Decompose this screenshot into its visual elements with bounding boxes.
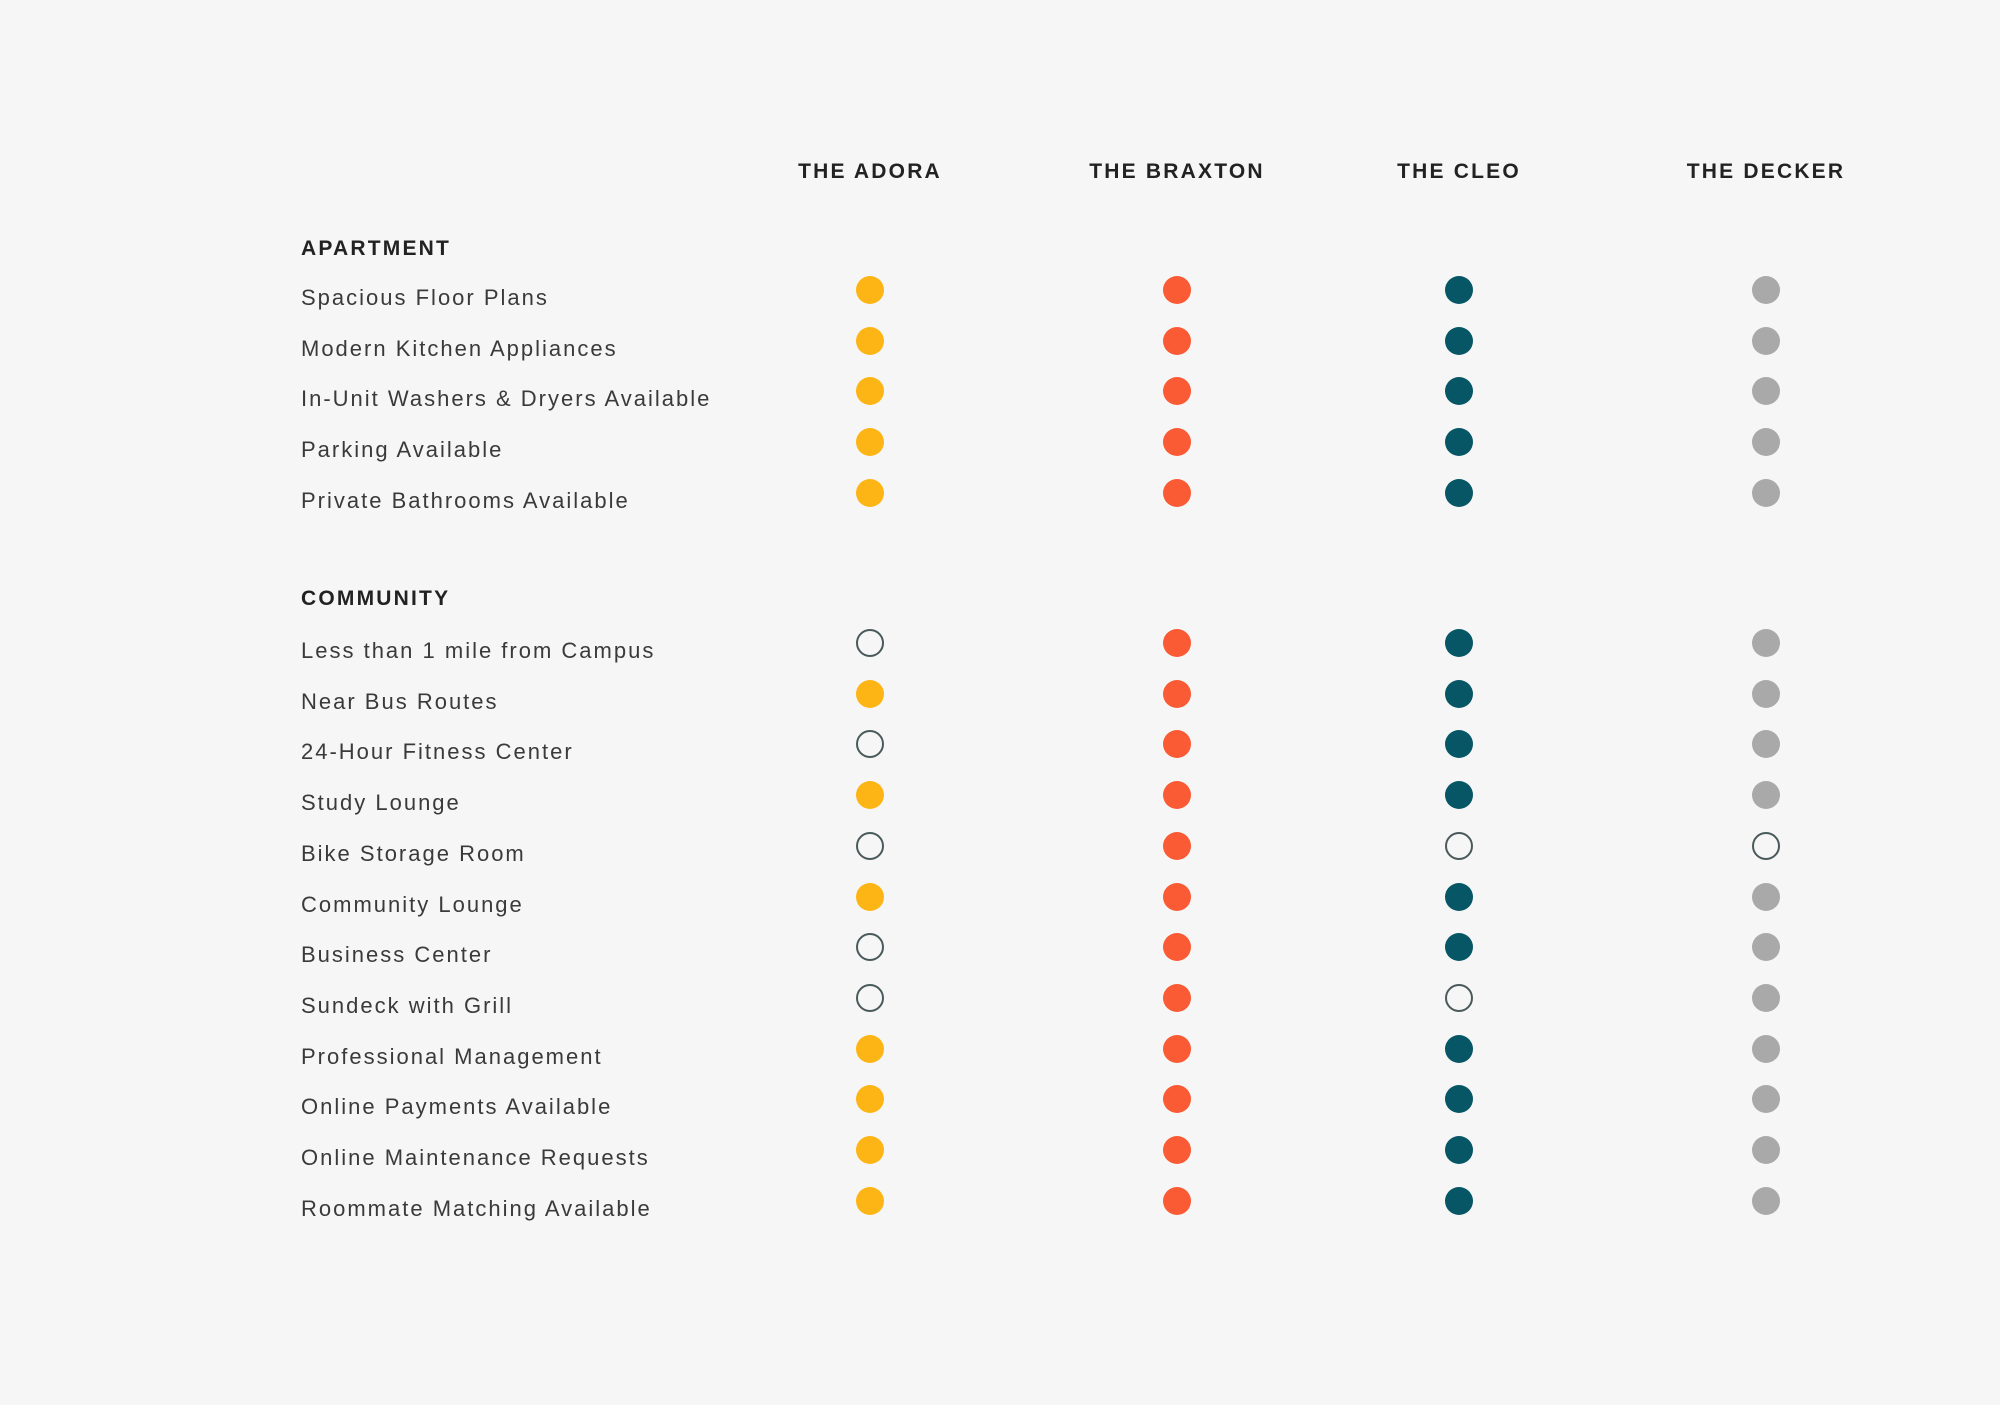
available-marker: [1752, 781, 1780, 810]
column-header: THE ADORA: [798, 160, 942, 183]
available-marker: [1445, 326, 1473, 355]
available-marker: [1163, 478, 1191, 507]
available-marker: [1752, 428, 1780, 457]
available-marker: [1752, 882, 1780, 911]
available-marker: [1445, 428, 1473, 457]
available-marker: [1163, 276, 1191, 304]
available-marker: [1445, 377, 1473, 406]
available-marker: [1445, 679, 1473, 708]
available-marker: [1445, 478, 1473, 507]
available-marker: [1752, 933, 1780, 962]
available-marker: [1445, 882, 1473, 911]
row-label: Roommate Matching Available: [301, 1195, 652, 1221]
available-marker: [1163, 679, 1191, 708]
unavailable-marker: [1752, 831, 1780, 860]
row-label: Parking Available: [301, 437, 504, 463]
available-marker: [1163, 1034, 1191, 1063]
unavailable-marker: [856, 831, 884, 860]
row-label: Online Payments Available: [301, 1094, 613, 1120]
available-marker: [1163, 983, 1191, 1012]
available-marker: [856, 679, 884, 708]
available-marker: [1445, 1085, 1473, 1114]
available-marker: [856, 326, 884, 355]
available-marker: [1752, 1034, 1780, 1063]
available-marker: [1752, 478, 1780, 507]
available-marker: [1752, 326, 1780, 355]
available-marker: [1752, 629, 1780, 657]
unavailable-marker: [856, 983, 884, 1012]
available-marker: [1445, 781, 1473, 810]
row-label: Bike Storage Room: [301, 840, 526, 866]
available-marker: [1752, 679, 1780, 708]
available-marker: [856, 1085, 884, 1114]
row-label: Community Lounge: [301, 891, 524, 917]
unavailable-marker: [856, 933, 884, 962]
row-label: Study Lounge: [301, 790, 461, 816]
row-label: Sundeck with Grill: [301, 992, 514, 1018]
column-header: THE BRAXTON: [1089, 160, 1265, 183]
available-marker: [1163, 831, 1191, 860]
row-label: Professional Management: [301, 1043, 603, 1069]
available-marker: [1445, 1186, 1473, 1215]
available-marker: [1163, 882, 1191, 911]
available-marker: [856, 478, 884, 507]
row-label: 24-Hour Fitness Center: [301, 739, 574, 765]
available-marker: [856, 377, 884, 406]
available-marker: [1163, 1085, 1191, 1114]
available-marker: [1163, 326, 1191, 355]
column-header: THE CLEO: [1397, 160, 1521, 183]
available-marker: [1163, 428, 1191, 457]
available-marker: [856, 276, 884, 304]
section-title: COMMUNITY: [301, 587, 451, 610]
available-marker: [1163, 377, 1191, 406]
section-title: APARTMENT: [301, 237, 452, 260]
row-label: Private Bathrooms Available: [301, 487, 630, 513]
available-marker: [1752, 276, 1780, 304]
available-marker: [1445, 933, 1473, 962]
row-label: Modern Kitchen Appliances: [301, 335, 618, 361]
unavailable-marker: [856, 730, 884, 759]
available-marker: [856, 1034, 884, 1063]
available-marker: [856, 1136, 884, 1164]
unavailable-marker: [1445, 983, 1473, 1012]
available-marker: [1163, 781, 1191, 810]
column-header: THE DECKER: [1686, 160, 1846, 183]
available-marker: [856, 781, 884, 810]
available-marker: [1163, 629, 1191, 657]
row-label: In-Unit Washers & Dryers Available: [301, 386, 712, 412]
available-marker: [1752, 730, 1780, 759]
available-marker: [1445, 276, 1473, 304]
available-marker: [1445, 730, 1473, 759]
row-label: Near Bus Routes: [301, 688, 499, 714]
row-label: Less than 1 mile from Campus: [301, 638, 656, 663]
row-label: Spacious Floor Plans: [301, 285, 549, 310]
available-marker: [1163, 1186, 1191, 1215]
available-marker: [1163, 1136, 1191, 1164]
available-marker: [1445, 629, 1473, 657]
available-marker: [856, 882, 884, 911]
available-marker: [1445, 1034, 1473, 1063]
available-marker: [1752, 1085, 1780, 1114]
available-marker: [1752, 1186, 1780, 1215]
available-marker: [856, 428, 884, 457]
unavailable-marker: [1445, 831, 1473, 860]
available-marker: [1752, 377, 1780, 406]
row-label: Online Maintenance Requests: [301, 1145, 650, 1170]
unavailable-marker: [856, 629, 884, 657]
available-marker: [1163, 933, 1191, 962]
available-marker: [856, 1186, 884, 1215]
available-marker: [1445, 1136, 1473, 1164]
row-label: Business Center: [301, 942, 493, 968]
available-marker: [1163, 730, 1191, 759]
available-marker: [1752, 1136, 1780, 1164]
available-marker: [1752, 983, 1780, 1012]
